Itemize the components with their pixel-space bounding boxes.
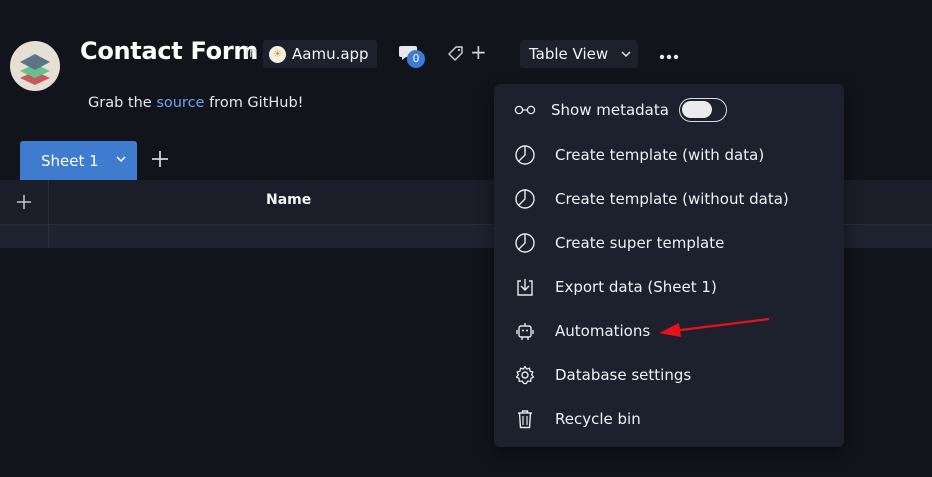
grid-header-continuation	[843, 180, 932, 224]
description-prefix: Grab the	[88, 95, 157, 111]
workspace-link[interactable]: ☀ Aamu.app	[263, 40, 377, 68]
menu-item-label: Automations	[555, 322, 651, 340]
trash-icon	[514, 408, 536, 430]
gear-icon	[514, 364, 536, 386]
menu-item-export-data[interactable]: Export data (Sheet 1)	[494, 267, 844, 307]
column-header-name[interactable]: Name	[266, 192, 311, 208]
options-menu: Show metadata Create template (with data…	[494, 84, 844, 447]
chevron-down-icon[interactable]	[115, 154, 127, 164]
pie-icon	[514, 188, 536, 210]
more-options-button[interactable]	[658, 43, 680, 67]
menu-item-create-template-without-data[interactable]: Create template (without data)	[494, 179, 844, 219]
menu-item-recycle-bin[interactable]: Recycle bin	[494, 399, 844, 439]
chevron-down-icon	[621, 51, 631, 58]
database-avatar[interactable]	[10, 41, 60, 91]
menu-item-create-template-with-data[interactable]: Create template (with data)	[494, 135, 844, 175]
add-column-button[interactable]	[16, 194, 32, 210]
robot-icon	[514, 320, 536, 342]
layers-icon	[20, 54, 50, 85]
menu-item-label: Database settings	[555, 366, 692, 384]
pie-icon	[514, 144, 536, 166]
menu-item-show-metadata[interactable]: Show metadata	[494, 90, 844, 130]
workspace-name: Aamu.app	[292, 45, 369, 63]
menu-item-label: Show metadata	[551, 101, 669, 119]
description-suffix: from GitHub!	[204, 95, 304, 111]
in-label: in	[245, 45, 258, 61]
menu-item-label: Create template (without data)	[555, 190, 789, 208]
add-tag-button[interactable]: +	[470, 40, 487, 64]
menu-item-label: Recycle bin	[555, 410, 641, 428]
comment-count-badge: 0	[407, 50, 425, 68]
menu-item-label: Create template (with data)	[555, 146, 765, 164]
grid-divider	[48, 180, 49, 248]
add-sheet-button[interactable]	[150, 149, 170, 169]
source-link[interactable]: source	[156, 95, 204, 111]
tag-icon	[448, 46, 463, 61]
table-row[interactable]	[0, 224, 520, 248]
download-icon	[514, 276, 536, 298]
tags-button[interactable]	[447, 45, 465, 67]
metadata-toggle[interactable]	[679, 98, 727, 122]
workspace-logo-icon: ☀	[269, 45, 286, 63]
toggle-knob	[682, 101, 712, 118]
menu-item-label: Create super template	[555, 234, 725, 252]
grid-header	[0, 180, 520, 224]
view-selector[interactable]: Table View	[520, 40, 638, 68]
menu-item-database-settings[interactable]: Database settings	[494, 355, 844, 395]
menu-item-label: Export data (Sheet 1)	[555, 278, 717, 296]
menu-item-create-super-template[interactable]: Create super template	[494, 223, 844, 263]
more-dots-icon	[659, 54, 679, 60]
sheet-tab-label: Sheet 1	[41, 152, 99, 170]
database-description: Grab the source from GitHub!	[88, 95, 304, 111]
view-selector-label: Table View	[529, 45, 609, 63]
comments-button[interactable]: 0	[398, 42, 428, 68]
tab-sheet-1[interactable]: Sheet 1	[20, 141, 137, 180]
annotation-arrow-icon	[659, 317, 770, 337]
pie-icon	[514, 232, 536, 254]
table-row-continuation	[843, 224, 932, 248]
page-title: Contact Form	[80, 37, 259, 65]
glasses-icon	[514, 99, 536, 121]
